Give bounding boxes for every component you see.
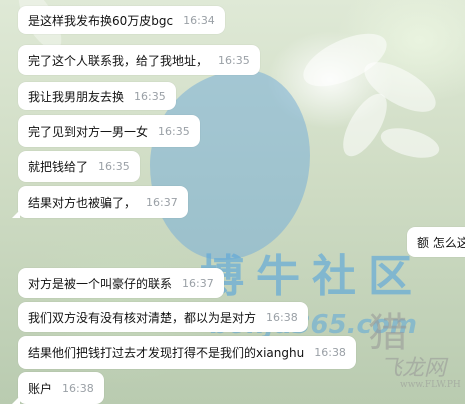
message-bubble[interactable]: 完了这个人联系我，给了我地址， 16:35	[18, 45, 260, 75]
message-text: 我让我男朋友去换	[28, 89, 125, 104]
seal-url: www.FLW.PH	[400, 380, 461, 390]
message-time: 16:35	[134, 89, 166, 103]
message-bubble[interactable]: 结果对方也被骗了， 16:37	[12, 186, 188, 218]
message-bubble[interactable]: 我们双方没有没有核对清楚，都以为是对方 16:38	[18, 302, 308, 332]
message-bubble[interactable]: 结果他们把钱打过去才发现打得不是我们的xianghu 16:38	[18, 336, 356, 369]
message-bubble[interactable]: 我让我男朋友去换 16:35	[18, 82, 176, 110]
message-time: 16:37	[182, 276, 214, 290]
message-text: 结果他们把钱打过去才发现打得不是我们的xianghu	[28, 346, 305, 360]
message-text: 完了这个人联系我，给了我地址，	[28, 53, 209, 68]
message-time: 16:34	[183, 13, 215, 27]
watermark-brand: 博牛社区	[200, 251, 424, 302]
message-text: 完了见到对方一男一女	[28, 124, 149, 139]
message-time: 16:35	[98, 160, 130, 173]
message-time: 16:35	[158, 124, 190, 138]
message-text: 对方是被一个叫豪仔的联系	[28, 276, 173, 291]
watermark-seal: 猎 飞龙网 www.FLW.PH	[360, 300, 461, 400]
message-time: 16:38	[266, 310, 298, 324]
message-time: 16:38	[62, 381, 94, 395]
message-text: 额 怎么这	[417, 235, 465, 250]
message-time: 16:35	[218, 53, 250, 67]
message-time: 16:37	[146, 195, 178, 209]
message-bubble[interactable]: 对方是被一个叫豪仔的联系 16:37	[18, 268, 224, 298]
seal-sub: 飞龙网	[380, 356, 447, 381]
message-text: 我们双方没有没有核对清楚，都以为是对方	[28, 310, 257, 325]
message-text: 结果对方也被骗了，	[28, 195, 137, 210]
message-text: 账户	[28, 381, 53, 396]
outgoing-message-bubble[interactable]: 额 怎么这	[407, 227, 465, 257]
message-text: 是这样我发布换60万皮bgc	[28, 13, 174, 28]
message-bubble[interactable]: 是这样我发布换60万皮bgc 16:34	[18, 6, 225, 34]
message-bubble[interactable]: 就把钱给了 16:35	[18, 151, 140, 182]
message-text: 就把钱给了	[28, 160, 89, 174]
message-time: 16:38	[314, 346, 346, 359]
message-bubble[interactable]: 完了见到对方一男一女 16:35	[18, 115, 200, 147]
message-bubble[interactable]: 账户 16:38	[12, 372, 104, 404]
